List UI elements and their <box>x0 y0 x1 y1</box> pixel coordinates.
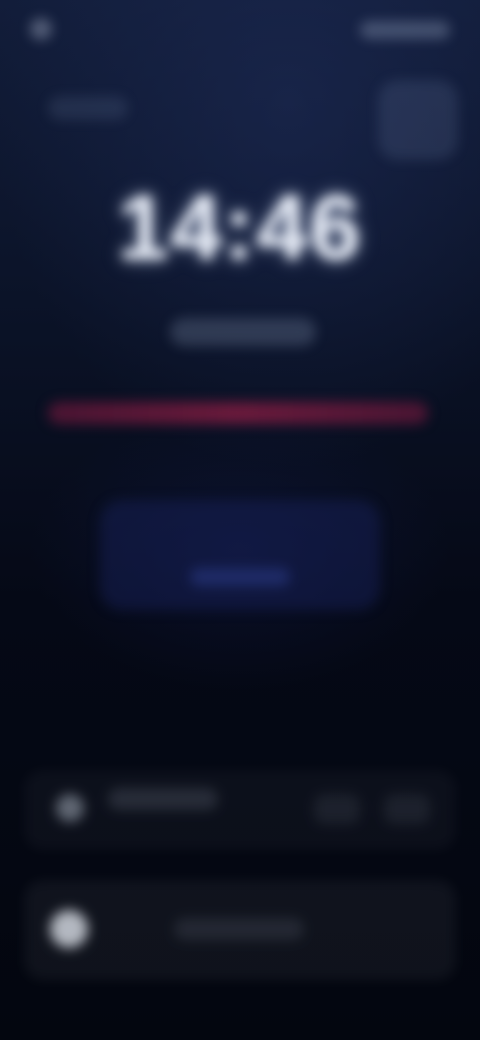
media-label <box>174 918 304 940</box>
date-label <box>48 96 128 120</box>
media-row[interactable] <box>24 880 456 980</box>
signal-icon <box>30 18 52 40</box>
top-right-widget[interactable] <box>378 80 458 160</box>
row-action-button[interactable] <box>384 794 430 824</box>
notification-row[interactable] <box>24 770 456 850</box>
blurred-lock-screen: 14:46 <box>0 0 480 1040</box>
status-indicators-icon <box>360 21 450 39</box>
media-icon <box>50 910 88 948</box>
status-bar-left <box>30 14 138 44</box>
notification-icon <box>56 794 84 822</box>
lock-clock: 14:46 <box>117 177 363 279</box>
center-card-label <box>190 568 290 586</box>
status-bar-right <box>350 18 450 42</box>
row-action-button[interactable] <box>314 794 360 824</box>
notification-label <box>108 788 218 810</box>
clock-subtitle <box>170 318 316 346</box>
alert-banner[interactable] <box>48 402 428 424</box>
center-card[interactable] <box>100 500 380 610</box>
